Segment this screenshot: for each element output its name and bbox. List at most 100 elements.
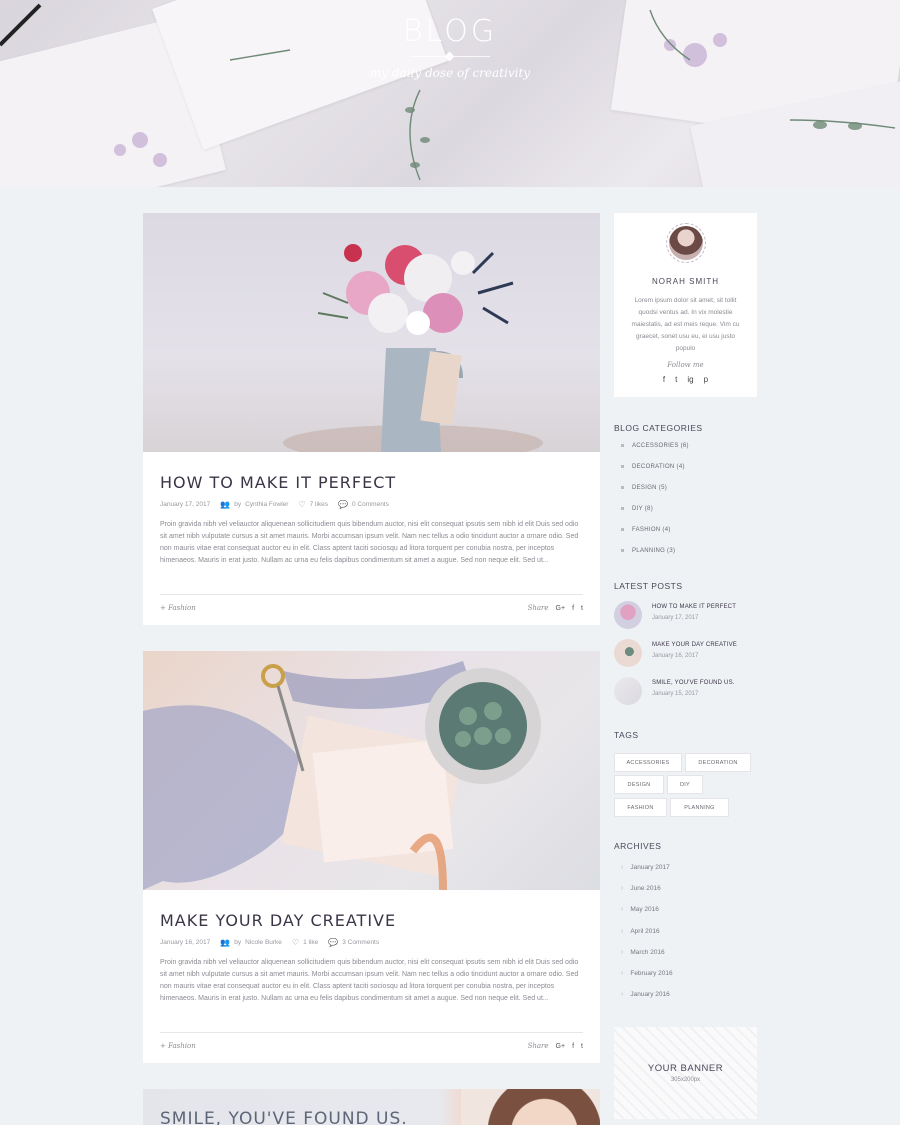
tag-button[interactable]: FASHION bbox=[614, 798, 667, 817]
author-widget: NORAH SMITH Lorem ipsum dolor sit amet, … bbox=[614, 213, 757, 397]
latest-post-date: January 16, 2017 bbox=[652, 653, 699, 659]
latest-post-thumbnail[interactable] bbox=[614, 601, 642, 629]
category-item[interactable]: DECORATION (4) bbox=[621, 464, 685, 470]
post-title[interactable]: SMILE, YOU'VE FOUND US. bbox=[160, 1109, 408, 1125]
facebook-icon[interactable]: f bbox=[572, 1043, 574, 1050]
list-bullet bbox=[621, 443, 624, 447]
category-item[interactable]: FASHION (4) bbox=[621, 527, 671, 533]
post-category[interactable]: + Fashion bbox=[160, 604, 196, 612]
archive-link[interactable]: › February 2016 bbox=[621, 970, 673, 977]
latest-post-item[interactable]: HOW TO MAKE IT PERFECT January 17, 2017 bbox=[614, 601, 757, 629]
tag-button[interactable]: DECORATION bbox=[685, 753, 751, 772]
chevron-right-icon: › bbox=[621, 885, 624, 892]
category-label[interactable]: PLANNING (3) bbox=[632, 548, 675, 554]
pinterest-icon[interactable]: p bbox=[704, 375, 708, 384]
follow-label: Follow me bbox=[667, 361, 704, 369]
category-item[interactable]: DIY (8) bbox=[621, 506, 653, 512]
latest-post-thumbnail[interactable] bbox=[614, 677, 642, 705]
avatar-image bbox=[669, 226, 703, 260]
tag-button[interactable]: DIY bbox=[667, 775, 703, 794]
comment-icon: 💬 bbox=[338, 500, 349, 509]
tags-widget-title: TAGS bbox=[614, 730, 639, 740]
category-item[interactable]: ACCESSORIES (6) bbox=[621, 443, 689, 449]
facebook-icon[interactable]: f bbox=[572, 605, 574, 612]
post-title[interactable]: HOW TO MAKE IT PERFECT bbox=[160, 473, 396, 492]
twitter-icon[interactable]: t bbox=[675, 375, 677, 384]
avatar[interactable] bbox=[666, 223, 706, 263]
post-featured-image[interactable] bbox=[461, 1089, 600, 1125]
facebook-icon[interactable]: f bbox=[663, 375, 665, 384]
latest-posts-widget-title: LATEST POSTS bbox=[614, 581, 683, 591]
archive-label[interactable]: January 2016 bbox=[630, 991, 669, 998]
list-bullet bbox=[621, 506, 624, 510]
post-author[interactable]: Cynthia Fowler bbox=[245, 501, 288, 508]
google-plus-icon[interactable]: G+ bbox=[556, 1043, 566, 1050]
category-item[interactable]: PLANNING (3) bbox=[621, 548, 675, 554]
category-label[interactable]: DECORATION (4) bbox=[632, 464, 685, 470]
post-date[interactable]: January 17, 2017 bbox=[160, 501, 210, 508]
chevron-right-icon: › bbox=[621, 991, 624, 998]
post-meta: January 16, 2017 👥 by Nicole Burke ♡ 1 l… bbox=[160, 938, 379, 947]
archive-label[interactable]: February 2016 bbox=[630, 970, 672, 977]
tag-button[interactable]: DESIGN bbox=[614, 775, 664, 794]
share-label: Share bbox=[527, 604, 549, 612]
comment-icon: 💬 bbox=[328, 938, 339, 947]
chevron-right-icon: › bbox=[621, 949, 624, 956]
latest-post-title[interactable]: HOW TO MAKE IT PERFECT bbox=[652, 604, 736, 610]
tag-button[interactable]: ACCESSORIES bbox=[614, 753, 682, 772]
category-item[interactable]: DESIGN (5) bbox=[621, 485, 667, 491]
blog-subtitle: my daily dose of creativity bbox=[369, 66, 531, 80]
hero-header: BLOG my daily dose of creativity bbox=[0, 0, 900, 187]
category-label[interactable]: ACCESSORIES (6) bbox=[632, 443, 689, 449]
post-comments[interactable]: 3 Comments bbox=[342, 939, 379, 946]
post-author[interactable]: Nicole Burke bbox=[245, 939, 282, 946]
latest-post-item[interactable]: MAKE YOUR DAY CREATIVE January 16, 2017 bbox=[614, 639, 757, 667]
archive-label[interactable]: June 2016 bbox=[630, 885, 660, 892]
post-likes: 1 like bbox=[303, 939, 319, 946]
post-featured-image[interactable] bbox=[143, 213, 600, 452]
archive-label[interactable]: May 2016 bbox=[630, 906, 659, 913]
google-plus-icon[interactable]: G+ bbox=[556, 605, 566, 612]
archive-link[interactable]: › June 2016 bbox=[621, 885, 661, 892]
post-divider bbox=[160, 1032, 583, 1033]
instagram-icon[interactable]: ig bbox=[687, 375, 693, 384]
archive-link[interactable]: › March 2016 bbox=[621, 949, 665, 956]
category-bullet: + bbox=[160, 604, 169, 612]
post-featured-image[interactable] bbox=[143, 651, 600, 890]
archive-label[interactable]: January 2017 bbox=[630, 864, 669, 871]
category-label[interactable]: FASHION (4) bbox=[632, 527, 671, 533]
category-label[interactable]: DIY (8) bbox=[632, 506, 653, 512]
author-bio: Lorem ipsum dolor sit amet, sit tollit q… bbox=[631, 297, 740, 352]
post-category-label[interactable]: Fashion bbox=[168, 604, 196, 612]
archive-link[interactable]: › January 2016 bbox=[621, 991, 670, 998]
post-comments[interactable]: 0 Comments bbox=[352, 501, 389, 508]
ad-banner[interactable]: YOUR BANNER 305x200px bbox=[614, 1027, 757, 1119]
category-label[interactable]: DESIGN (5) bbox=[632, 485, 667, 491]
archive-label[interactable]: March 2016 bbox=[630, 949, 664, 956]
blog-post: HOW TO MAKE IT PERFECT January 17, 2017 … bbox=[143, 213, 600, 625]
archive-link[interactable]: › January 2017 bbox=[621, 864, 670, 871]
blog-post: MAKE YOUR DAY CREATIVE January 16, 2017 … bbox=[143, 651, 600, 1063]
chevron-right-icon: › bbox=[621, 864, 624, 871]
tag-button[interactable]: PLANNING bbox=[670, 798, 729, 817]
banner-size: 305x200px bbox=[670, 1077, 701, 1083]
latest-post-thumbnail[interactable] bbox=[614, 639, 642, 667]
archive-link[interactable]: › April 2016 bbox=[621, 928, 660, 935]
share-label: Share bbox=[527, 1042, 549, 1050]
latest-post-title[interactable]: SMILE, YOU'VE FOUND US. bbox=[652, 680, 735, 686]
post-date[interactable]: January 16, 2017 bbox=[160, 939, 210, 946]
chevron-right-icon: › bbox=[621, 928, 624, 935]
chevron-right-icon: › bbox=[621, 970, 624, 977]
archive-link[interactable]: › May 2016 bbox=[621, 906, 659, 913]
twitter-icon[interactable]: t bbox=[581, 605, 583, 612]
post-title[interactable]: MAKE YOUR DAY CREATIVE bbox=[160, 911, 396, 930]
post-category-label[interactable]: Fashion bbox=[168, 1042, 196, 1050]
latest-post-item[interactable]: SMILE, YOU'VE FOUND US. January 15, 2017 bbox=[614, 677, 757, 705]
heart-icon[interactable]: ♡ bbox=[292, 938, 299, 947]
archive-label[interactable]: April 2016 bbox=[630, 928, 659, 935]
latest-post-title[interactable]: MAKE YOUR DAY CREATIVE bbox=[652, 642, 737, 648]
heart-icon[interactable]: ♡ bbox=[298, 500, 305, 509]
twitter-icon[interactable]: t bbox=[581, 1043, 583, 1050]
post-category[interactable]: + Fashion bbox=[160, 1042, 196, 1050]
author-name: NORAH SMITH bbox=[652, 277, 719, 286]
